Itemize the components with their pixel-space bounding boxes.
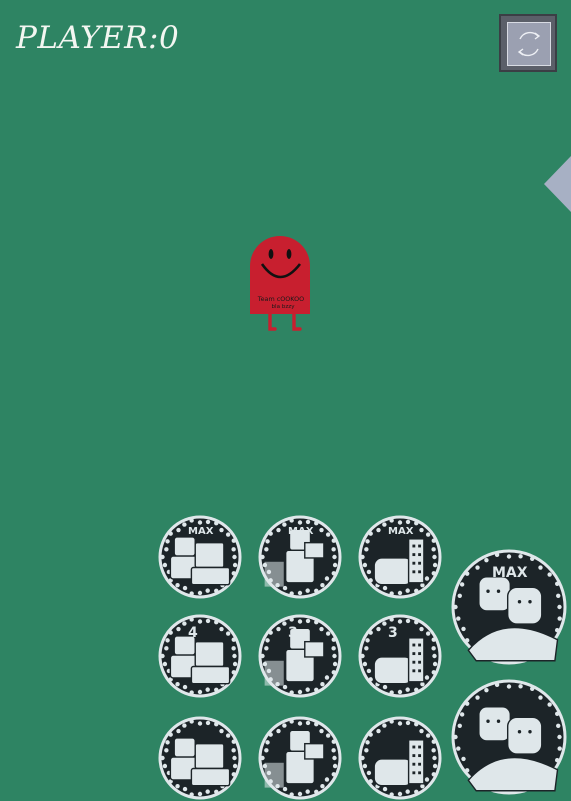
game-coin-m2[interactable] <box>450 678 568 796</box>
game-coin-c9[interactable] <box>357 715 443 801</box>
game-coin-c4[interactable]: 4 <box>157 613 243 699</box>
refresh-icon <box>507 22 551 66</box>
game-coin-c3[interactable]: MAX <box>357 514 443 600</box>
game-coin-c2[interactable]: MAX <box>257 514 343 600</box>
game-coin-c6[interactable]: 3 <box>357 613 443 699</box>
mascot-label-line2: bla bzzy <box>271 304 295 310</box>
game-coin-c7[interactable] <box>157 715 243 801</box>
game-coin-m1[interactable]: MAX <box>450 548 568 666</box>
mascot-character: Team cOOKOO bla bzzy <box>248 228 312 338</box>
side-panel-toggle-arrow[interactable] <box>544 156 571 212</box>
game-coin-c5[interactable]: 3 <box>257 613 343 699</box>
mascot-label-line1: Team cOOKOO <box>257 295 304 303</box>
game-coin-c8[interactable] <box>257 715 343 801</box>
score-label: PLAYER:0 <box>16 20 180 56</box>
game-coin-c1[interactable]: MAX <box>157 514 243 600</box>
refresh-button[interactable] <box>499 14 557 72</box>
